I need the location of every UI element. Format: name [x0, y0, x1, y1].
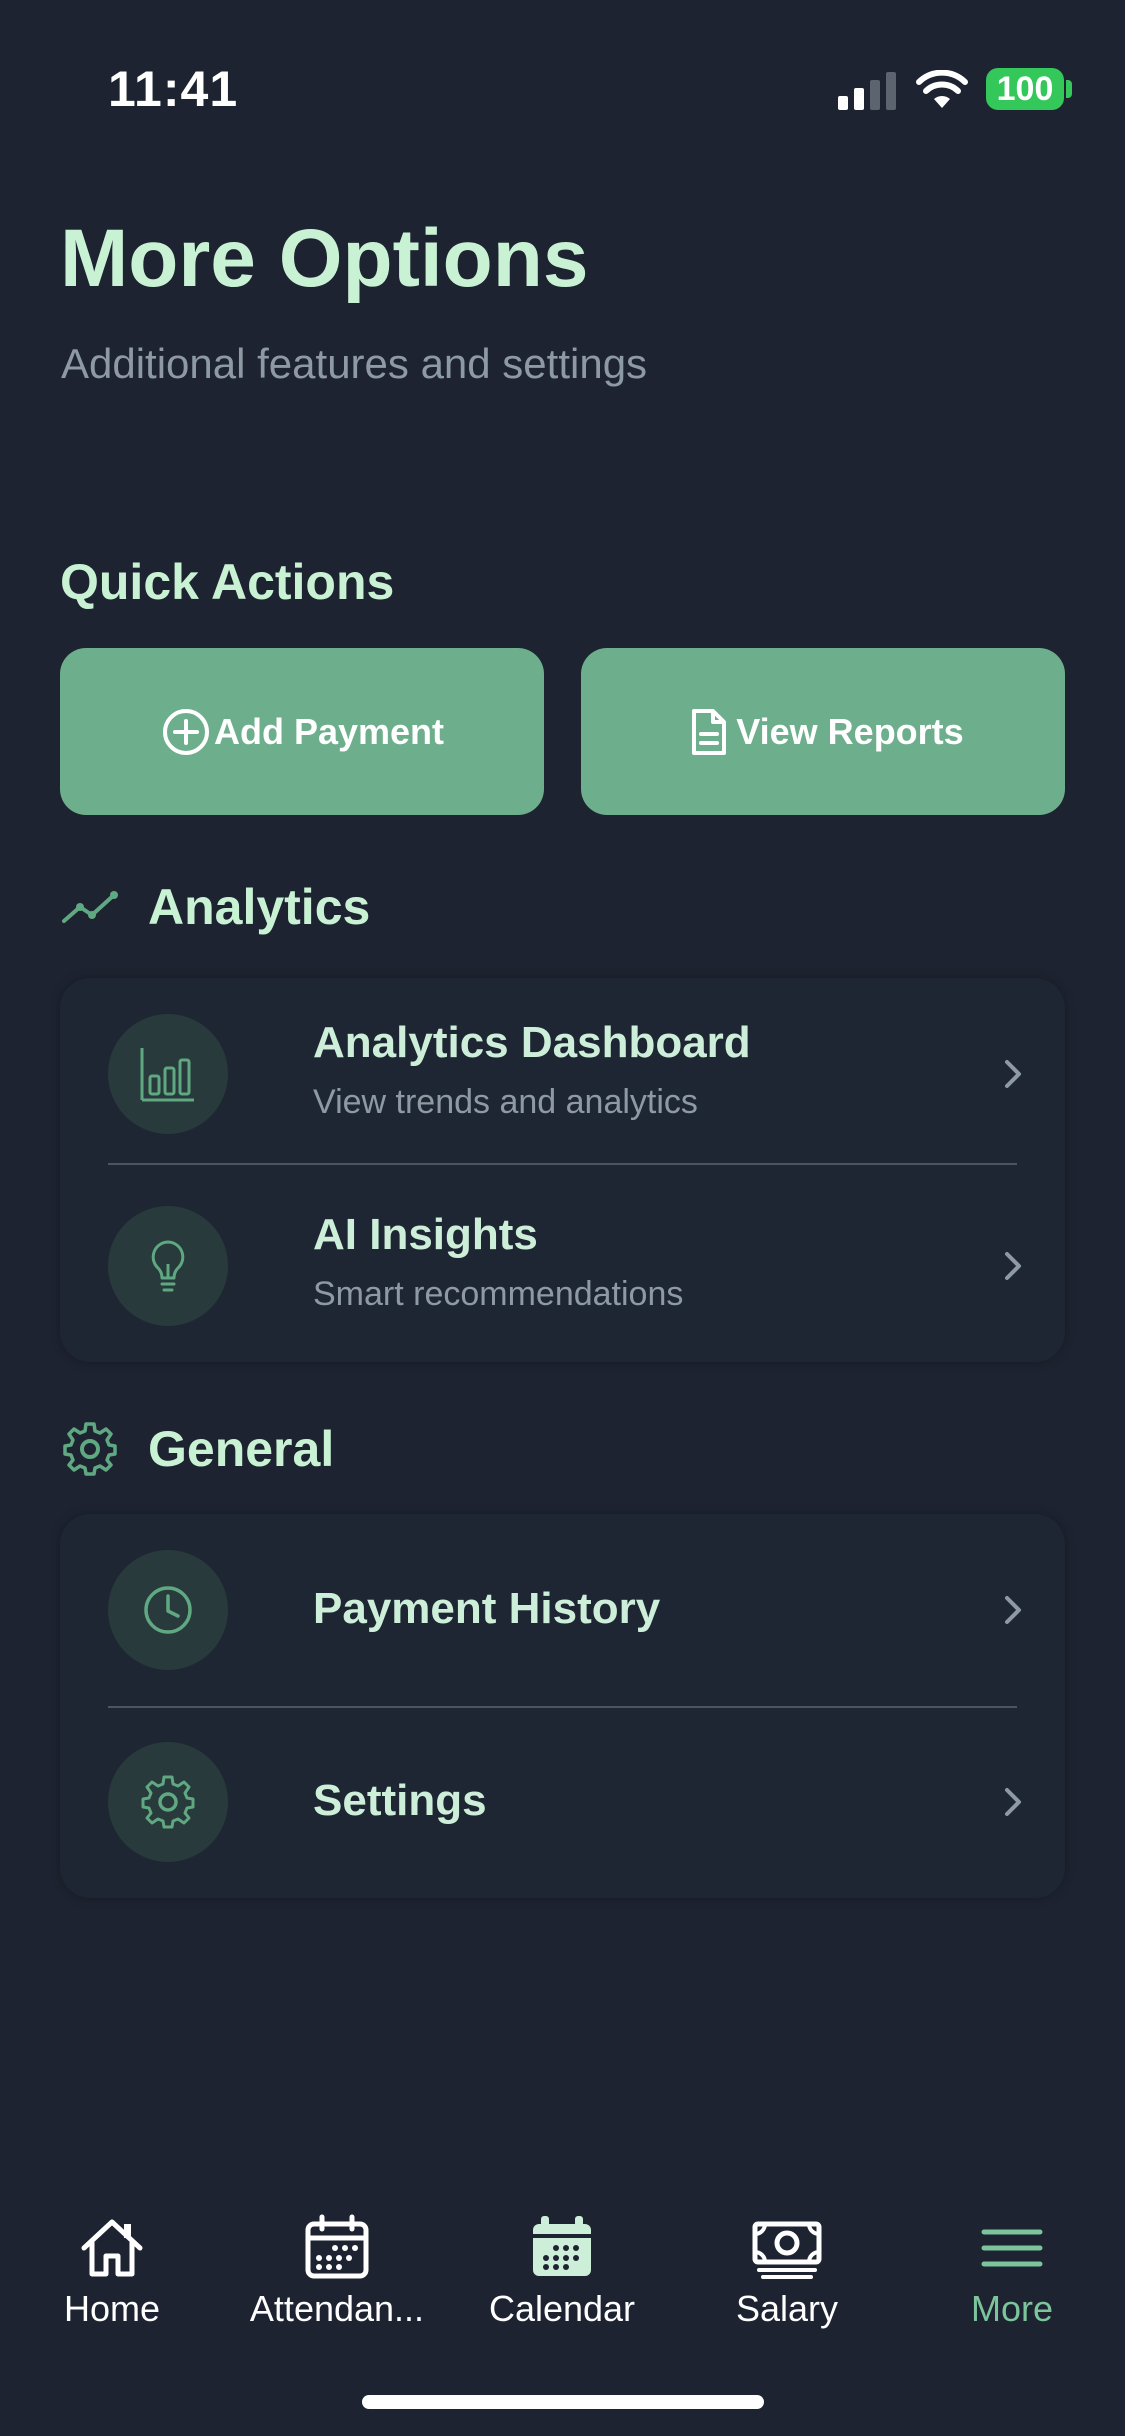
- row-divider: [108, 1163, 1017, 1165]
- analytics-dashboard-subtitle: View trends and analytics: [313, 1083, 698, 1121]
- home-indicator[interactable]: [362, 2395, 764, 2409]
- status-bar: 11:41 100: [0, 0, 1125, 150]
- wifi-icon: [916, 70, 968, 108]
- tab-more[interactable]: More: [912, 2212, 1112, 2332]
- page-title: More Options: [60, 213, 589, 304]
- ai-insights-icon-badge: [108, 1206, 228, 1326]
- chevron-right-icon: [1005, 1788, 1021, 1816]
- general-card: Payment History Settings: [60, 1514, 1065, 1898]
- tab-salary-label: Salary: [735, 2288, 839, 2329]
- plus-circle-icon: [162, 708, 209, 755]
- calendar-grid-icon: [305, 2214, 369, 2279]
- chevron-right-icon: [1005, 1252, 1021, 1280]
- ai-insights-row[interactable]: AI Insights Smart recommendations: [60, 1170, 1065, 1362]
- add-payment-label: Add Payment: [213, 710, 445, 752]
- settings-title: Settings: [313, 1776, 487, 1825]
- gear-icon: [63, 1422, 117, 1476]
- settings-row[interactable]: Settings: [60, 1706, 1065, 1898]
- tab-attendance-label: Attendan...: [249, 2288, 425, 2329]
- money-icon: [752, 2221, 822, 2279]
- analytics-title: Analytics: [148, 879, 371, 935]
- view-reports-button[interactable]: View Reports: [581, 648, 1065, 815]
- general-header: General: [60, 1414, 334, 1484]
- tab-home-label: Home: [63, 2288, 161, 2329]
- payment-history-title: Payment History: [313, 1584, 661, 1633]
- tab-calendar[interactable]: Calendar: [462, 2212, 662, 2332]
- battery-nub: [1066, 80, 1072, 98]
- tab-salary[interactable]: Salary: [687, 2212, 887, 2332]
- cellular-signal-icon: [838, 72, 896, 110]
- payment-history-row[interactable]: Payment History: [60, 1514, 1065, 1706]
- analytics-card: Analytics Dashboard View trends and anal…: [60, 978, 1065, 1362]
- ai-insights-title: AI Insights: [313, 1210, 538, 1259]
- more-options-screen: 11:41 100 More Options Additional featur…: [0, 0, 1125, 2436]
- tab-more-label: More: [970, 2288, 1054, 2329]
- document-icon: [692, 708, 727, 755]
- home-icon: [81, 2219, 143, 2277]
- analytics-header: Analytics: [60, 872, 370, 942]
- add-payment-button[interactable]: Add Payment: [60, 648, 544, 815]
- analytics-dashboard-row[interactable]: Analytics Dashboard View trends and anal…: [60, 978, 1065, 1170]
- bar-chart-icon: [140, 1048, 194, 1102]
- quick-actions-title: Quick Actions: [60, 554, 395, 610]
- calendar-filled-icon: [533, 2216, 591, 2276]
- battery-level: 100: [996, 69, 1054, 108]
- gear-icon: [141, 1775, 195, 1829]
- tab-calendar-label: Calendar: [488, 2288, 636, 2329]
- lightbulb-icon: [151, 1240, 185, 1292]
- tab-home[interactable]: Home: [12, 2212, 212, 2332]
- page-subtitle: Additional features and settings: [61, 340, 648, 387]
- chevron-right-icon: [1005, 1060, 1021, 1088]
- tab-bar: Home Attendan... Calendar Salary More: [0, 2200, 1125, 2330]
- general-title: General: [148, 1421, 335, 1477]
- clock-icon: [144, 1586, 192, 1634]
- tab-attendance[interactable]: Attendan...: [237, 2212, 437, 2332]
- analytics-dashboard-title: Analytics Dashboard: [313, 1018, 751, 1067]
- view-reports-label: View Reports: [736, 710, 964, 752]
- payment-history-icon-badge: [108, 1550, 228, 1670]
- analytics-dashboard-icon-badge: [108, 1014, 228, 1134]
- menu-icon: [981, 2229, 1043, 2267]
- trend-line-icon: [62, 891, 118, 923]
- ai-insights-subtitle: Smart recommendations: [313, 1275, 684, 1313]
- battery-indicator: 100: [986, 68, 1064, 110]
- settings-icon-badge: [108, 1742, 228, 1862]
- chevron-right-icon: [1005, 1596, 1021, 1624]
- status-time: 11:41: [108, 61, 239, 117]
